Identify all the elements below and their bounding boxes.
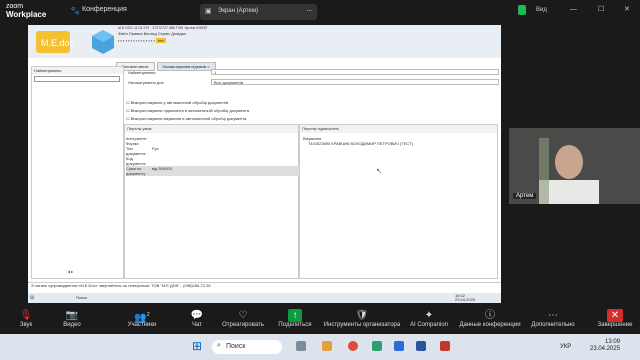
conference-label: Конференция xyxy=(82,6,127,13)
conditions-table[interactable]: Контрагент Форма Тип документа Рух Код до… xyxy=(126,136,300,176)
field-label-settings-for: Налаштування для xyxy=(128,80,164,85)
medoc-logo: M.E.doc xyxy=(36,31,75,53)
checkbox-signer[interactable]: ☐ Використовувати підписанта в автоматич… xyxy=(126,108,249,113)
chrome-icon[interactable] xyxy=(348,341,358,351)
taskbar-search[interactable]: Поиск xyxy=(212,340,282,354)
share-button[interactable]: ↑ Поделиться xyxy=(275,309,315,328)
chat-icon: 💬 xyxy=(190,310,204,321)
zoom-logo: zoom Workplace xyxy=(6,3,47,19)
checkbox-approval[interactable]: ☐ Використовувати візування в автоматичн… xyxy=(126,116,246,121)
chat-button[interactable]: 💬 Чат xyxy=(185,309,209,328)
left-list-header: Найменування xyxy=(32,67,123,74)
participants-icon: 👥2 xyxy=(134,312,150,324)
participant-name: Артем xyxy=(513,193,537,199)
table-row[interactable]: Тип документа Рух xyxy=(126,146,266,156)
list-selected-row[interactable] xyxy=(34,76,120,82)
remote-search: Поиск xyxy=(76,295,88,300)
tab-bar[interactable]: Головне меню Налаштування підписів × xyxy=(116,55,218,71)
field-label-name: Найменування xyxy=(128,70,156,75)
word-icon[interactable] xyxy=(416,341,426,351)
table-row[interactable]: Сума по документу від 500000 xyxy=(126,166,300,176)
participant-figure xyxy=(539,138,599,204)
view-button[interactable]: Вид xyxy=(536,7,547,13)
app-icon[interactable] xyxy=(372,341,382,351)
condition-name: Сума по документу xyxy=(126,166,146,176)
left-list-panel[interactable]: Найменування ◂ ▸ xyxy=(31,66,124,279)
windows-taskbar xyxy=(0,334,640,360)
conditions-panel-title: Перелік умов xyxy=(125,125,298,133)
heart-icon: ♡ xyxy=(238,310,248,321)
list-pager[interactable]: ◂ ▸ xyxy=(68,269,73,274)
condition-value: Рух xyxy=(152,146,159,151)
checkbox-auto-process[interactable]: ☐ Використовувати у автоматичній обробці… xyxy=(126,100,228,105)
file-explorer-icon[interactable] xyxy=(296,341,306,351)
language-indicator[interactable]: УКР xyxy=(560,344,571,350)
search-icon: ⌕ xyxy=(217,342,221,349)
folder-icon[interactable] xyxy=(322,341,332,351)
conditions-panel[interactable]: Перелік умов Контрагент Форма Тип докуме… xyxy=(124,124,300,279)
condition-name: Код документа xyxy=(126,156,146,166)
app2-icon[interactable] xyxy=(440,341,450,351)
system-clock[interactable]: 13:09 23.04.2025 xyxy=(590,339,620,353)
name-input[interactable]: 1 xyxy=(211,69,499,75)
zoom-app-icon[interactable] xyxy=(394,341,404,351)
security-shield-icon[interactable] xyxy=(518,5,526,15)
close-window-icon[interactable]: ✕ xyxy=(624,5,630,13)
condition-name: Тип документа xyxy=(126,146,146,156)
settings-for-select[interactable]: Всіх документів xyxy=(211,79,499,85)
react-button[interactable]: ♡ Отреагировать xyxy=(218,309,268,328)
share-options-icon[interactable]: ⋯ xyxy=(306,7,313,15)
app-toolbar[interactable]: ▪ ▪ ▪ ▪ ▪ ▪ ▪ ▪ ▪ ▪ ▪ ▪ ▪ ▪ ▪ ▪▪▪▪ xyxy=(118,38,166,43)
app-title: M.E.DOC 11.02.170 · 27272727 088 TOB "Ар… xyxy=(118,26,208,30)
participants-button[interactable]: 👥2 Участники xyxy=(122,309,162,328)
svg-text:M.E.doc: M.E.doc xyxy=(41,38,75,48)
host-tools-button[interactable]: 🛡 Инструменты организатора xyxy=(320,309,404,328)
sound-button[interactable]: 🎙 Звук xyxy=(12,309,40,328)
remote-taskbar xyxy=(28,293,501,303)
minimize-icon[interactable]: — xyxy=(570,6,577,13)
more-button[interactable]: ⋯ Дополнительно xyxy=(528,309,578,328)
sparkle-icon: ✦ xyxy=(424,310,434,321)
paw-icon: 🐾 xyxy=(70,6,80,15)
condition-value: від 500000 xyxy=(152,166,172,171)
signers-panel[interactable]: Перелік підписантів Візування 7410523690… xyxy=(299,124,498,279)
meeting-info-button[interactable]: ⓘ Данные конференции xyxy=(455,309,525,328)
remote-clock: 16:02 23.04.2025 xyxy=(455,293,476,302)
video-button[interactable]: 📷 Видео xyxy=(56,309,88,328)
status-bar: З питань супроводження «M.E.Doc» звертай… xyxy=(28,282,501,288)
tab-signature-settings[interactable]: Налаштування підписів × xyxy=(156,62,216,71)
more-icon: ⋯ xyxy=(548,310,558,321)
shield-icon: 🛡 xyxy=(355,310,369,321)
shared-screen: M.E.doc M.E.DOC 11.02.170 · 27272727 088… xyxy=(28,25,501,293)
table-row[interactable]: Код документа xyxy=(126,156,266,166)
info-icon: ⓘ xyxy=(485,310,495,321)
mouse-cursor-icon: ↖ xyxy=(376,168,382,175)
share-title: Экран (Артем) xyxy=(218,8,258,14)
screen-share-icon: ▣ xyxy=(205,8,212,15)
windows-start-icon[interactable]: ⊞ xyxy=(192,340,202,352)
share-icon: ↑ xyxy=(288,309,302,322)
mic-muted-icon: 🎙 xyxy=(19,310,33,321)
video-off-icon: 📷 xyxy=(65,310,79,321)
main-menu[interactable]: Файл Правка Вигляд Сервіс Довідка xyxy=(118,31,186,36)
ai-companion-button[interactable]: ✦ AI Companion xyxy=(408,309,450,328)
cube-logo-icon xyxy=(92,30,114,54)
remote-start-icon: ⊞ xyxy=(30,295,35,301)
signer-row[interactable]: 7410523690 КРАВЧИК ВОЛОДИМИР ПЕТРОВИЧ (Т… xyxy=(308,141,413,146)
close-icon: ✕ xyxy=(607,309,623,322)
signers-panel-title: Перелік підписантів xyxy=(300,125,497,133)
maximize-icon[interactable]: ☐ xyxy=(598,5,604,13)
end-button[interactable]: ✕ Завершение xyxy=(594,309,636,328)
